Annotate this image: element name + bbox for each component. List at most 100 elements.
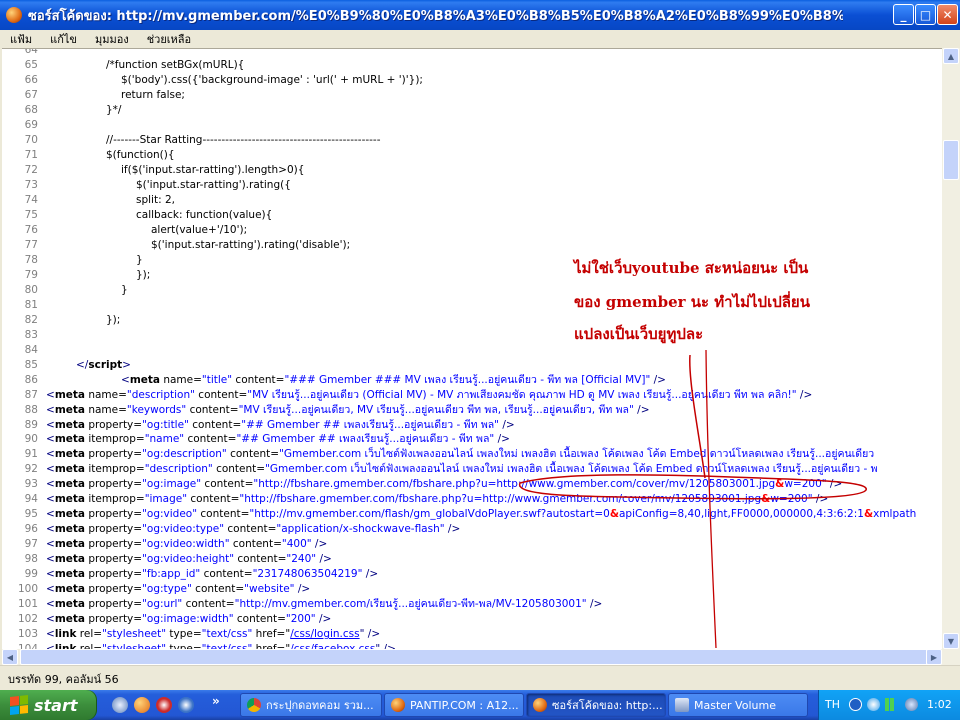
line-code: });: [136, 268, 150, 283]
close-button[interactable]: ✕: [937, 4, 958, 25]
code-token: <: [46, 523, 55, 536]
code-token: <: [46, 613, 55, 626]
speaker-icon[interactable]: [905, 698, 918, 711]
code-token: meta: [54, 448, 85, 461]
code-token: &: [761, 493, 771, 506]
scroll-down-icon[interactable]: ▼: [943, 633, 959, 649]
code-token: $('body').css({'background-image' : 'url…: [121, 73, 423, 86]
status-bar: บรรทัด 99, คอลัมน์ 56: [0, 665, 960, 691]
menu-view[interactable]: มุมมอง: [95, 30, 129, 48]
horizontal-scroll-thumb[interactable]: [20, 649, 940, 665]
code-token: <: [46, 508, 55, 521]
scroll-right-icon[interactable]: ▶: [926, 649, 942, 665]
media-player-icon[interactable]: [178, 697, 194, 713]
code-token: "og:image:width": [142, 613, 234, 626]
source-line: 74 split: 2,: [2, 193, 942, 208]
code-token: "### Gmember ### MV เพลง เรียนรู้...อยู่…: [284, 373, 651, 386]
line-code: callback: function(value){: [136, 208, 272, 223]
back-arrow-icon[interactable]: [849, 698, 862, 711]
line-code: <meta name="title" content="### Gmember …: [121, 373, 666, 388]
task-button-active[interactable]: ซอร์สโค้ดของ: http:...: [526, 693, 666, 717]
window-title-bar[interactable]: ซอร์สโค้ดของ: http://mv.gmember.com/%E0%…: [0, 0, 960, 30]
line-number: 93: [24, 478, 38, 491]
code-token: split: 2,: [136, 193, 175, 206]
code-token: content=: [212, 463, 266, 476]
source-line: 70 //-------Star Ratting-----------------…: [2, 133, 942, 148]
code-token: property=: [84, 568, 143, 581]
code-token: "Gmember.com เว็บไซต์ฟังเพลงออนไลน์ เพลง…: [279, 448, 875, 461]
line-number: 77: [24, 238, 38, 251]
code-token: <: [46, 403, 55, 416]
task-label: PANTIP.COM : A12...: [410, 698, 519, 712]
opera-icon[interactable]: [156, 697, 172, 713]
code-token: name=: [84, 403, 127, 416]
code-token: />: [650, 373, 666, 386]
line-number: 95: [24, 508, 38, 521]
line-number: 66: [24, 73, 38, 86]
signal-icon[interactable]: [885, 698, 898, 711]
source-line: 95 <meta property="og:video" content="htt…: [2, 507, 942, 522]
code-token: //-------Star Ratting-------------------…: [106, 133, 381, 146]
code-token: content=: [187, 493, 240, 506]
vertical-scroll-thumb[interactable]: [943, 140, 959, 180]
code-token: xmlpath: [873, 508, 917, 521]
task-button[interactable]: PANTIP.COM : A12...: [384, 693, 524, 717]
code-token: "description": [126, 388, 195, 401]
source-line: 100 <meta property="og:type" content="web…: [2, 582, 942, 597]
source-line: 73 $('input.star-ratting').rating({: [2, 178, 942, 193]
scroll-left-icon[interactable]: ◀: [2, 649, 18, 665]
code-token: itemprop=: [84, 493, 145, 506]
line-number: 99: [24, 568, 38, 581]
code-token: meta: [54, 583, 85, 596]
menu-file[interactable]: แฟ้ม: [10, 30, 32, 48]
code-token: meta: [54, 523, 85, 536]
source-line: 72 if($('input.star-ratting').length>0){: [2, 163, 942, 178]
code-token: content=: [229, 538, 282, 551]
horizontal-scrollbar[interactable]: ◀ ▶: [2, 649, 960, 665]
source-code-view[interactable]: 64 65 /*function setBGx(mURL){66 $('body').…: [2, 48, 942, 650]
line-number: 88: [24, 403, 38, 416]
line-code: /*function setBGx(mURL){: [106, 58, 244, 73]
code-token: "240": [286, 553, 317, 566]
menu-help[interactable]: ช่วยเหลือ: [147, 30, 191, 48]
source-line: 102 <meta property="og:image:width" conte…: [2, 612, 942, 627]
code-token: meta: [129, 373, 160, 386]
code-token: "keywords": [126, 403, 187, 416]
source-line: 75 callback: function(value){: [2, 208, 942, 223]
quick-launch-overflow-icon[interactable]: »: [212, 694, 220, 708]
line-number: 87: [24, 388, 38, 401]
line-code: <meta property="og:video:width" content=…: [46, 537, 327, 552]
volume-icon: [675, 698, 689, 712]
code-token: />: [633, 403, 650, 416]
language-indicator[interactable]: TH: [825, 698, 840, 711]
source-line: 91 <meta property="og:description" conten…: [2, 447, 942, 462]
network-icon[interactable]: [867, 698, 880, 711]
firefox-icon[interactable]: [134, 697, 150, 713]
line-number: 91: [24, 448, 38, 461]
code-token: "image": [144, 493, 188, 506]
code-token: "description": [144, 463, 213, 476]
minimize-button[interactable]: _: [893, 4, 914, 25]
code-token: return false;: [121, 88, 185, 101]
code-token: alert(value+'/10');: [151, 223, 248, 236]
scroll-up-icon[interactable]: ▲: [943, 48, 959, 64]
line-code: }: [136, 253, 143, 268]
code-token: />: [316, 553, 332, 566]
task-label: กระปุกดอทคอม รวม...: [266, 699, 374, 712]
show-desktop-icon[interactable]: [112, 697, 128, 713]
start-button[interactable]: start: [0, 690, 97, 720]
menu-edit[interactable]: แก้ไข: [50, 30, 77, 48]
vertical-scrollbar[interactable]: ▲ ▼: [942, 48, 960, 649]
line-number: 64: [24, 48, 38, 56]
code-token: <: [46, 568, 55, 581]
code-token: content=: [232, 373, 285, 386]
code-token[interactable]: /css/login.css: [290, 628, 359, 640]
code-token: </: [76, 358, 89, 371]
line-code: $('input.star-ratting').rating({: [136, 178, 291, 193]
maximize-button[interactable]: □: [915, 4, 936, 25]
task-button[interactable]: Master Volume: [668, 693, 808, 717]
line-number: 78: [24, 253, 38, 266]
code-token: <: [46, 388, 55, 401]
task-button[interactable]: กระปุกดอทคอม รวม...: [240, 693, 382, 717]
line-code: <meta property="og:description" content=…: [46, 447, 874, 462]
